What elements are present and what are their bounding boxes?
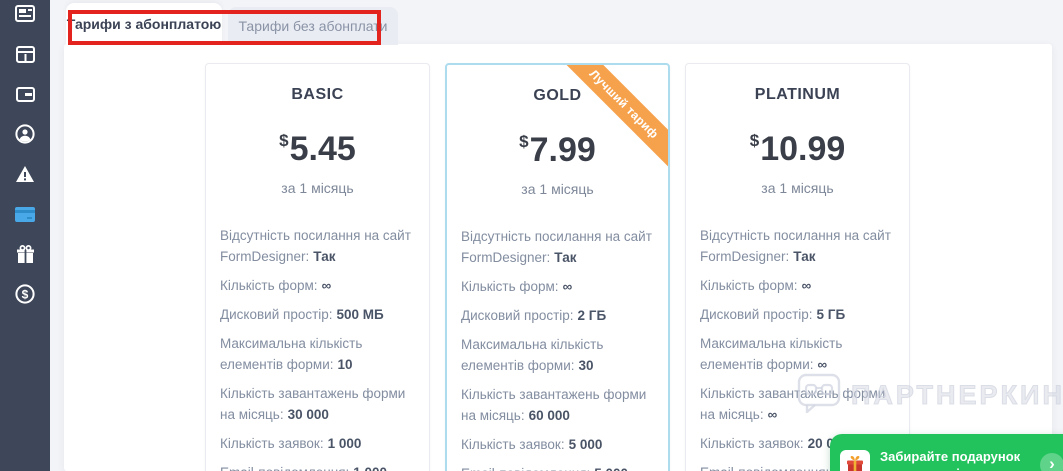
tab-tariffs-with-fee[interactable]: Тарифи з абонплатою <box>66 3 222 45</box>
feature-disk-space: Дисковий простір: 2 ГБ <box>461 305 654 326</box>
feature-label: Дисковий простір: <box>700 307 813 322</box>
feature-site-link: Відсутність посилання на сайт FormDesign… <box>461 226 654 268</box>
gift-emoji-icon <box>840 450 870 471</box>
gift-icon <box>16 244 35 264</box>
feature-value: 5 ГБ <box>816 307 846 322</box>
feature-value: Так <box>313 249 336 264</box>
feature-label: Дисковий простір: <box>461 308 574 323</box>
sidebar-item-balance[interactable]: $ <box>15 284 35 304</box>
feature-label: Email-повідомлення: <box>461 466 590 471</box>
payment-card-icon <box>15 206 35 222</box>
plan-price: $5.45 <box>206 130 429 169</box>
feature-value: ∞ <box>767 407 778 422</box>
layout-icon <box>15 45 35 63</box>
feature-value: 5 000 <box>568 437 603 452</box>
feature-monthly-loads: Кількість завантажень форми на місяць: 60… <box>461 384 654 426</box>
price-amount: 7.99 <box>529 131 596 169</box>
feature-requests: Кількість заявок: 1 000 <box>220 433 415 454</box>
balance-dollar-icon: $ <box>15 284 35 304</box>
feature-value: ∞ <box>801 278 812 293</box>
feature-label: Кількість заявок: <box>220 436 324 451</box>
plan-period: за 1 місяць <box>761 180 834 196</box>
plan-price: $7.99 <box>447 131 668 170</box>
plan-name: PLATINUM <box>754 86 841 103</box>
sidebar-item-forms[interactable] <box>15 4 35 24</box>
feature-label: Дисковий простір: <box>220 307 333 322</box>
feature-value: 10 <box>337 357 353 372</box>
feature-label: Кількість форм: <box>220 278 318 293</box>
price-amount: 5.45 <box>289 130 356 168</box>
plan-period: за 1 місяць <box>521 181 594 197</box>
plan-price: $10.99 <box>686 130 909 169</box>
feature-value: ∞ <box>321 278 332 293</box>
price-amount: 10.99 <box>760 130 846 168</box>
feature-monthly-loads: Кількість завантажень форми на місяць: 30… <box>220 383 415 425</box>
chevron-right-icon[interactable]: › <box>1040 453 1063 471</box>
feature-site-link: Відсутність посилання на сайт FormDesign… <box>220 225 415 267</box>
form-document-icon <box>15 5 35 23</box>
feature-emails: Email-повідомлення: 1 000 <box>220 462 415 471</box>
sidebar-item-payments-active[interactable] <box>15 204 35 224</box>
feature-site-link: Відсутність посилання на сайт FormDesign… <box>700 225 895 267</box>
feature-requests: Кількість заявок: 5 000 <box>461 434 654 455</box>
feature-label: Email-повідомлення: <box>700 465 829 471</box>
pricing-cards: BASIC $5.45 за 1 місяць Відсутність поси… <box>205 63 910 471</box>
feature-label: Email-повідомлення: <box>220 465 349 471</box>
feature-value: ∞ <box>562 279 573 294</box>
sidebar-item-account[interactable] <box>15 124 35 144</box>
sidebar-item-wallet[interactable] <box>15 84 35 104</box>
feature-monthly-loads: Кількість завантажень форми на місяць: ∞ <box>700 383 895 425</box>
feature-value: 30 000 <box>287 407 329 422</box>
feature-label: Кількість заявок: <box>700 436 804 451</box>
promo-text: Забирайте подарунок за реєстрацію <box>880 448 1030 471</box>
sidebar-item-alerts[interactable] <box>15 164 35 184</box>
feature-disk-space: Дисковий простір: 5 ГБ <box>700 304 895 325</box>
feature-value: Так <box>554 250 577 265</box>
tab-tariffs-without-fee[interactable]: Тарифи без абонплати <box>228 7 398 45</box>
sidebar: $ <box>0 0 50 471</box>
feature-value: 1 000 <box>327 436 362 451</box>
plan-name: BASIC <box>291 86 344 103</box>
feature-label: Кількість завантажень форми на місяць: <box>700 386 886 422</box>
feature-value: 500 МБ <box>336 307 384 322</box>
feature-value: 30 <box>578 358 594 373</box>
plan-period: за 1 місяць <box>281 180 354 196</box>
svg-text:$: $ <box>22 287 29 301</box>
tab-label: Тарифи з абонплатою <box>66 16 222 32</box>
pricing-card-basic: BASIC $5.45 за 1 місяць Відсутність поси… <box>205 63 430 471</box>
promo-line2: реєстрацію <box>897 466 971 471</box>
warning-icon <box>15 165 35 183</box>
feature-value: 60 000 <box>528 408 570 423</box>
tariffs-panel: BASIC $5.45 за 1 місяць Відсутність поси… <box>64 44 1052 471</box>
sidebar-item-layout[interactable] <box>15 44 35 64</box>
feature-emails: Email-повідомлення: 5 000 <box>461 463 654 471</box>
account-icon <box>15 124 35 144</box>
pricing-card-gold: Лучший тариф GOLD $7.99 за 1 місяць Відс… <box>445 63 670 471</box>
promo-registration-banner[interactable]: Забирайте подарунок за реєстрацію › <box>830 434 1063 471</box>
feature-forms-count: Кількість форм: ∞ <box>700 275 895 296</box>
feature-label: Кількість форм: <box>700 278 798 293</box>
feature-disk-space: Дисковий простір: 500 МБ <box>220 304 415 325</box>
feature-value: ∞ <box>817 357 828 372</box>
feature-value: 2 ГБ <box>577 308 607 323</box>
feature-label: Кількість форм: <box>461 279 559 294</box>
feature-value: Так <box>793 249 816 264</box>
feature-forms-count: Кількість форм: ∞ <box>461 276 654 297</box>
feature-max-elements: Максимальна кількість елементів форми: 30 <box>461 334 654 376</box>
currency-symbol: $ <box>749 131 760 150</box>
currency-symbol: $ <box>279 131 289 150</box>
feature-forms-count: Кількість форм: ∞ <box>220 275 415 296</box>
feature-label: Кількість заявок: <box>461 437 565 452</box>
plan-features: Відсутність посилання на сайт FormDesign… <box>206 225 429 471</box>
feature-max-elements: Максимальна кількість елементів форми: 10 <box>220 333 415 375</box>
tab-label: Тарифи без абонплати <box>238 18 388 34</box>
feature-value: 1 000 <box>353 465 387 471</box>
feature-value: 5 000 <box>594 466 628 471</box>
sidebar-item-gifts[interactable] <box>15 244 35 264</box>
feature-max-elements: Максимальна кількість елементів форми: ∞ <box>700 333 895 375</box>
wallet-icon <box>15 86 35 102</box>
pricing-card-platinum: PLATINUM $10.99 за 1 місяць Відсутність … <box>685 63 910 471</box>
currency-symbol: $ <box>519 132 529 151</box>
plan-features: Відсутність посилання на сайт FormDesign… <box>447 226 668 471</box>
